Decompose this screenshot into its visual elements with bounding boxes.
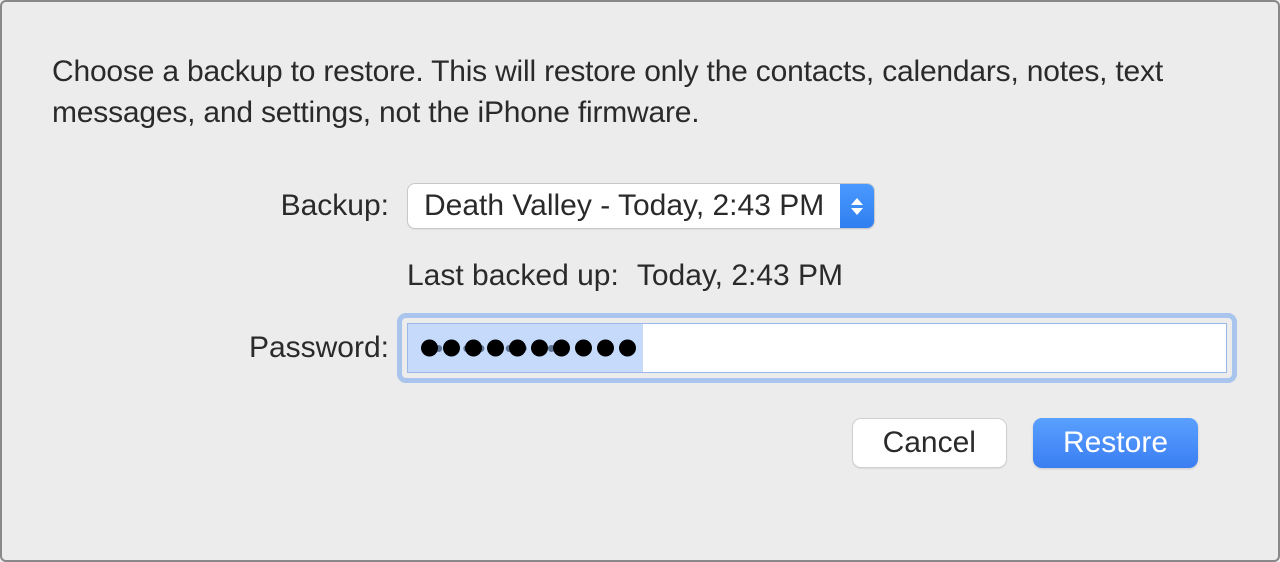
password-label: Password:: [52, 331, 407, 365]
button-row: Cancel Restore: [52, 418, 1228, 468]
backup-row: Backup: Death Valley - Today, 2:43 PM: [52, 183, 1228, 229]
instruction-text: Choose a backup to restore. This will re…: [52, 52, 1228, 133]
last-backed-up-value: Today, 2:43 PM: [637, 259, 843, 293]
cancel-button[interactable]: Cancel: [852, 418, 1007, 468]
password-input[interactable]: [407, 323, 1227, 373]
restore-backup-dialog: Choose a backup to restore. This will re…: [2, 2, 1278, 498]
restore-button[interactable]: Restore: [1033, 418, 1198, 468]
last-backed-up-label: Last backed up:: [407, 259, 619, 293]
password-row: Password:: [52, 323, 1228, 373]
updown-stepper-icon: [840, 183, 874, 229]
backup-selected-value: Death Valley - Today, 2:43 PM: [408, 189, 840, 223]
last-backed-up-row: Last backed up: Today, 2:43 PM: [52, 259, 1228, 293]
backup-dropdown[interactable]: Death Valley - Today, 2:43 PM: [407, 183, 875, 229]
backup-label: Backup:: [52, 189, 407, 223]
